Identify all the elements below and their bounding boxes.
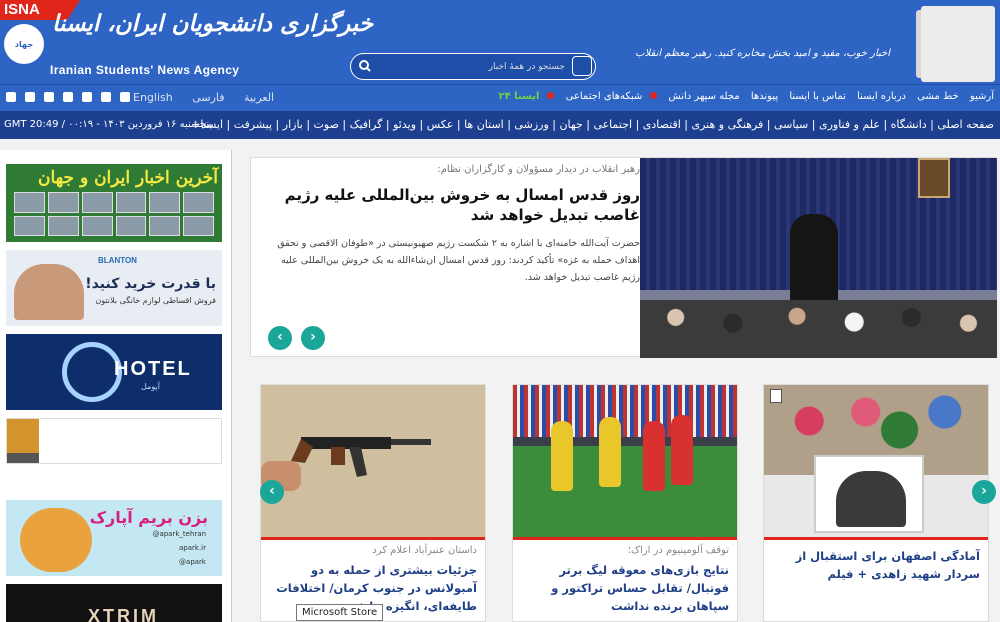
ad-apark-line3: @apark [179,558,206,566]
slider-next-button[interactable]: › [301,326,325,350]
ad-blanton[interactable]: BLANTON با قدرت خرید کنید! فروش اقساطی ل… [6,250,222,326]
card-title[interactable]: آمادگی اصفهان برای استقبال از سردار شهید… [770,547,980,583]
cards-prev-button[interactable]: ‹ [260,480,284,504]
news-card[interactable]: آمادگی اصفهان برای استقبال از سردار شهید… [763,384,989,622]
featured-lead: حضرت آیت‌الله خامنه‌ای با اشاره به ۲ شکس… [277,238,640,283]
slider-prev-button[interactable]: ‹ [268,326,292,350]
twitter-icon[interactable] [63,92,73,102]
rifle-icon [291,437,431,477]
news-card[interactable]: داستان عنبرآباد اعلام کرد جزئیات بیشتری … [260,384,486,622]
lang-english[interactable]: English [133,91,173,104]
tv-icon[interactable] [120,92,130,102]
logo-english[interactable]: Iranian Students' News Agency [50,63,239,77]
ad-apark-title: بزن بریم آپارک [89,508,208,527]
search-box[interactable] [350,53,596,80]
card-kicker: توقف آلومینیوم در اراک؛ [627,545,729,556]
ad-hotel-sub: آپومل [141,382,160,391]
featured-headline[interactable]: روز قدس امسال به خروش بین‌المللی علیه رژ… [263,185,640,225]
calendar-icon[interactable] [572,56,592,76]
top-nav: English العربية فارسی آرشیو خط مشی دربار… [0,84,1000,111]
lang-arabic[interactable]: العربية [244,91,274,104]
ad-small-banner[interactable] [6,418,222,464]
date-time: GMT 20:49 / ۰۰:۱۹ - پنجشنبه ۱۶ فروردین ۱… [4,119,213,130]
logo-persian[interactable]: خبرگزاری دانشجویان ایران، ایسنا [52,10,373,37]
tooltip: Microsoft Store [296,604,384,621]
site-header: ISNA جهاد خبرگزاری دانشجویان ایران، ایسن… [0,0,1000,84]
ad-apark-photo [20,508,92,572]
document-icon [770,389,782,403]
top-nav-items: آرشیو خط مشی درباره ایسنا تماس با ایسنا … [490,91,994,102]
android-icon[interactable] [82,92,92,102]
card-image[interactable] [513,385,737,537]
news-cards: داستان عنبرآباد اعلام کرد جزئیات بیشتری … [260,384,990,622]
nav-contact[interactable]: تماس با ایسنا [789,91,846,102]
ad-xtrim-text: XTRIM [88,606,159,622]
rss-icon[interactable] [25,92,35,102]
card-title[interactable]: نتایج بازی‌های معوقه لیگ برتر فوتبال/ تق… [519,561,729,615]
lang-farsi[interactable]: فارسی [192,91,224,104]
red-dot-icon [547,92,555,99]
card-image[interactable] [261,385,485,537]
card-kicker: داستان عنبرآباد اعلام کرد [372,545,477,556]
nav-archive[interactable]: آرشیو [970,91,994,102]
ad-latest-news-title: آخرین اخبار ایران و جهان [38,168,218,188]
ad-latest-news[interactable]: آخرین اخبار ایران و جهان [6,164,222,242]
featured-slider: رهبر انقلاب در دیدار مسؤولان و کارگزاران… [250,157,997,358]
ad-thumbnail-grid [14,192,214,236]
ad-apark[interactable]: بزن بریم آپارک @apark_tehran apark.ir @a… [6,500,222,576]
nav-about[interactable]: درباره ایسنا [857,91,906,102]
ad-sidebar: آخرین اخبار ایران و جهان BLANTON با قدرت… [0,150,232,622]
speaker-figure [790,214,838,312]
nav-social-networks[interactable]: شبکه‌های اجتماعی [566,91,643,102]
language-switcher: English العربية فارسی [133,91,290,104]
nav-isna24[interactable]: ایسنا ۲۴ [498,91,539,102]
leader-portrait [921,6,995,82]
header-slogan: اخبار خوب، مفید و امید بخش مخابره کنید. … [635,48,890,59]
red-dot-icon [650,92,658,99]
nav-sepehr[interactable]: مجله سپهر دانش [668,91,739,102]
nav-policy[interactable]: خط مشی [917,91,958,102]
featured-kicker: رهبر انقلاب در دیدار مسؤولان و کارگزاران… [437,164,640,175]
category-links[interactable]: صفحه اصلی | دانشگاه | علم و فناوری | سیا… [191,118,994,131]
ad-blanton-sub: فروش اقساطی لوازم خانگی بلانتون [95,296,216,305]
ad-blanton-photo [14,264,84,320]
apple-icon[interactable] [101,92,111,102]
featured-text: رهبر انقلاب در دیدار مسؤولان و کارگزاران… [263,164,640,286]
nav-links[interactable]: پیوندها [751,91,778,102]
search-input[interactable] [375,58,565,76]
ad-hotel-ring [62,342,122,402]
jahad-emblem[interactable]: جهاد [4,24,44,64]
ad-blanton-headline: با قدرت خرید کنید! [85,276,216,292]
social-icons [6,92,130,102]
ad-hotel-text: HOTEL [114,358,192,380]
portrait-frame [918,158,950,198]
cards-next-button[interactable]: › [972,480,996,504]
ad-xtrim[interactable]: XTRIM [6,584,222,622]
featured-image[interactable] [640,158,997,358]
ad-hotel[interactable]: HOTEL آپومل [6,334,222,410]
ad-blanton-brand: BLANTON [98,256,137,265]
news-card[interactable]: توقف آلومینیوم در اراک؛ نتایج بازی‌های م… [512,384,738,622]
ad-apark-line2: apark.ir [178,544,206,552]
windows-icon[interactable] [6,92,16,102]
card-image[interactable] [764,385,988,537]
ad-small-strip [7,419,39,463]
search-icon[interactable] [356,57,374,75]
ad-apark-line1: @apark_tehran [152,530,206,538]
category-nav: GMT 20:49 / ۰۰:۱۹ - پنجشنبه ۱۶ فروردین ۱… [0,111,1000,139]
instagram-icon[interactable] [44,92,54,102]
